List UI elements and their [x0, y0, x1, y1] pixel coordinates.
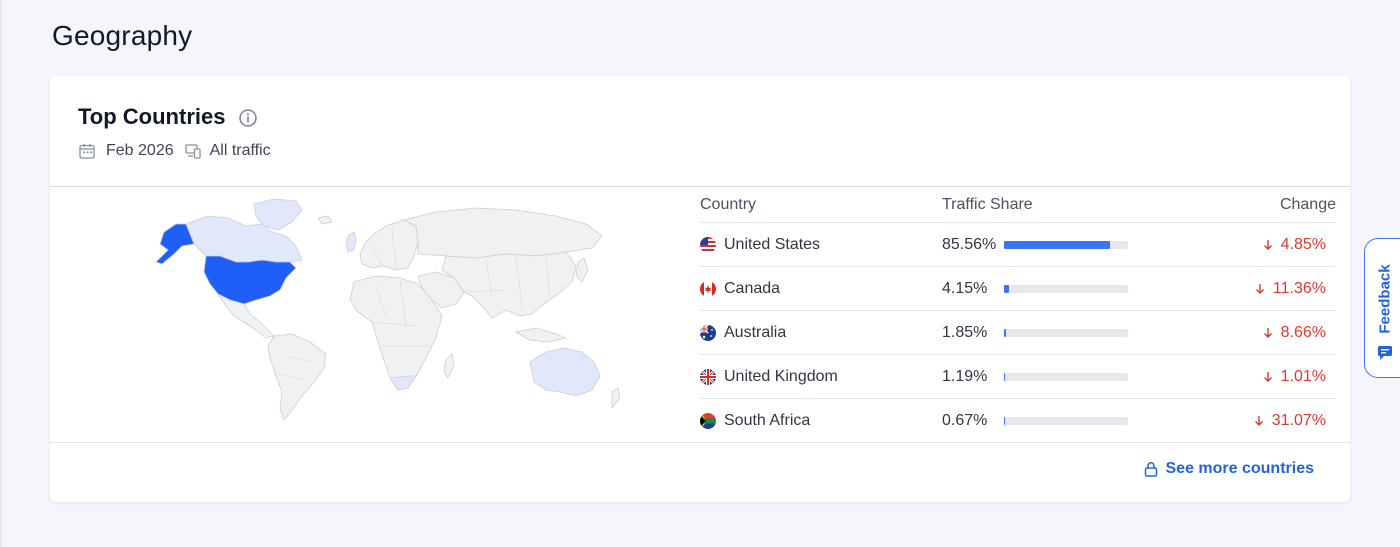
arrow-down-icon [1263, 240, 1272, 250]
traffic-label: All traffic [209, 142, 271, 159]
traffic-share-bar [1004, 329, 1128, 337]
change-value: 8.66% [1263, 324, 1326, 342]
traffic-share-value: 0.67% [942, 412, 988, 429]
map-south-africa [389, 375, 417, 391]
traffic-share-bar [1004, 241, 1128, 249]
map-asia [441, 251, 577, 319]
map-russia [403, 207, 603, 259]
section-title: Geography [52, 20, 193, 51]
map-indonesia [515, 327, 567, 343]
devices-icon [184, 144, 201, 159]
column-header-traffic-share: Traffic Share [942, 196, 1033, 213]
traffic-share-value: 4.15% [942, 280, 988, 297]
traffic-share-value: 1.85% [942, 324, 988, 341]
info-icon[interactable] [238, 108, 258, 128]
world-map [155, 198, 621, 421]
table-row[interactable]: United Kingdom 1.19% 1.01% [700, 355, 1336, 399]
countries-table: Country Traffic Share Change United Stat… [700, 192, 1336, 443]
arrow-down-icon [1263, 372, 1272, 382]
column-header-country: Country [700, 196, 757, 213]
change-value: 31.07% [1254, 412, 1326, 430]
uk-flag-icon [700, 369, 716, 385]
country-name[interactable]: South Africa [724, 412, 810, 430]
country-name[interactable]: Canada [724, 280, 780, 298]
traffic-share-bar [1004, 373, 1128, 381]
traffic-share-value: 1.19% [942, 368, 988, 385]
calendar-icon [79, 144, 95, 159]
change-value: 11.36% [1255, 280, 1326, 298]
map-madagascar [443, 353, 455, 379]
change-value: 4.85% [1263, 236, 1326, 254]
traffic-share-bar [1004, 417, 1128, 425]
map-iceland [317, 215, 333, 225]
arrow-down-icon [1255, 284, 1264, 294]
map-europe [359, 219, 419, 271]
traffic-share-bar [1004, 285, 1128, 293]
feedback-label: Feedback [1376, 264, 1394, 334]
card-title: Top Countries [78, 104, 226, 129]
map-australia[interactable] [529, 347, 601, 397]
divider [50, 186, 1350, 187]
table-row[interactable]: United States 85.56% 4.85% [700, 223, 1336, 267]
feedback-tab[interactable]: Feedback [1364, 238, 1400, 378]
map-japan [575, 257, 589, 283]
map-alaska[interactable] [155, 223, 195, 265]
south-africa-flag-icon [700, 413, 716, 429]
card-meta: Feb 2026 All traffic [78, 142, 271, 160]
map-united-kingdom [345, 231, 357, 253]
map-united-states[interactable] [203, 255, 297, 305]
arrow-down-icon [1254, 416, 1263, 426]
map-new-zealand [611, 387, 621, 409]
top-countries-card: Top Countries Feb 2026 All traffic Count… [50, 76, 1350, 502]
change-value: 1.01% [1263, 368, 1326, 386]
date-label: Feb 2026 [106, 142, 174, 159]
table-row[interactable]: South Africa 0.67% 31.07% [700, 399, 1336, 443]
arrow-down-icon [1263, 328, 1272, 338]
australia-flag-icon [700, 325, 716, 341]
table-row[interactable]: Canada 4.15% 11.36% [700, 267, 1336, 311]
feedback-icon [1378, 346, 1392, 360]
us-flag-icon [700, 237, 716, 253]
table-row[interactable]: Australia 1.85% 8.66% [700, 311, 1336, 355]
see-more-label: See more countries [1165, 460, 1315, 477]
country-name[interactable]: Australia [724, 324, 786, 342]
see-more-countries-link[interactable]: See more countries [1144, 460, 1315, 478]
lock-icon [1144, 462, 1157, 477]
divider [50, 442, 1350, 443]
map-south-america [267, 333, 327, 421]
traffic-share-value: 85.56% [942, 236, 997, 253]
country-name[interactable]: United Kingdom [724, 368, 838, 386]
column-header-change: Change [1279, 196, 1336, 213]
page-edge [0, 0, 2, 547]
country-name[interactable]: United States [724, 236, 820, 254]
canada-flag-icon [700, 281, 716, 297]
table-header: Country Traffic Share Change [700, 192, 1336, 223]
